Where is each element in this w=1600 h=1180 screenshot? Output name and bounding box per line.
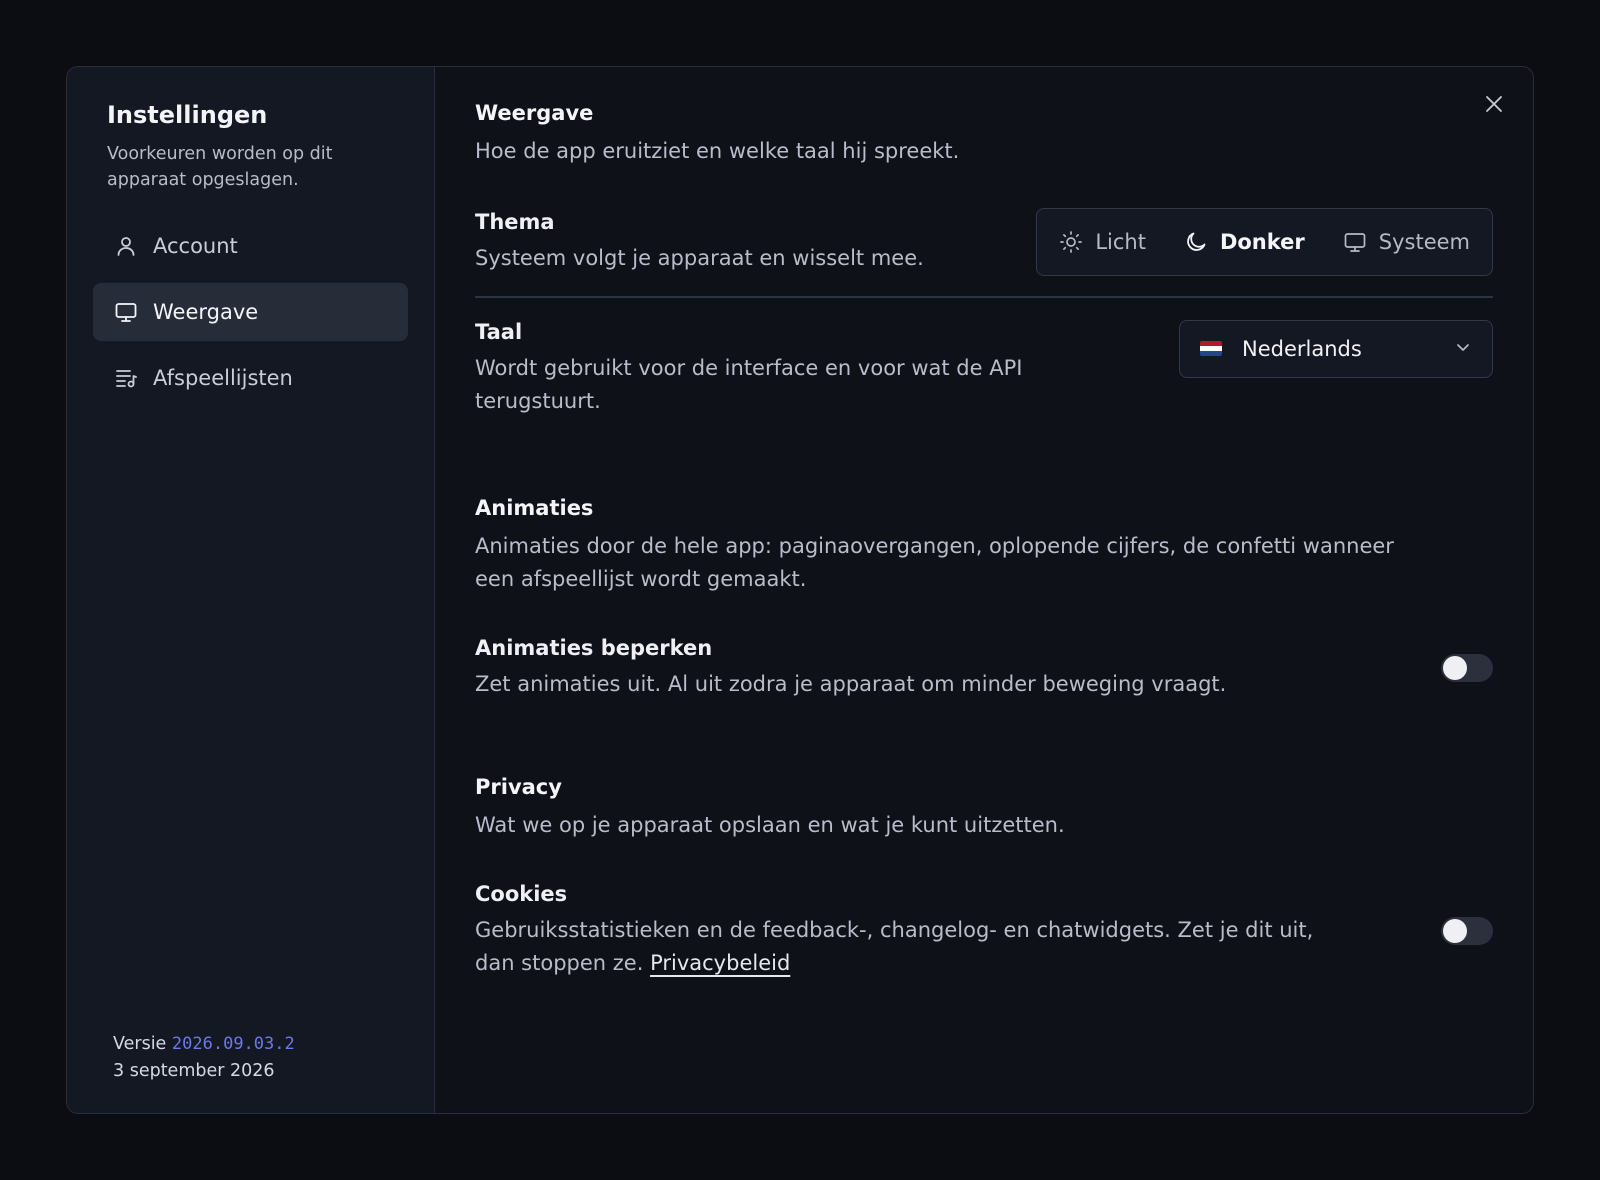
flag-nl-icon [1200, 341, 1222, 356]
theme-row: Thema Systeem volgt je apparaat en wisse… [475, 208, 1493, 276]
version-date: 3 september 2026 [113, 1061, 275, 1081]
cookies-title: Cookies [475, 881, 568, 906]
sidebar-item-account[interactable]: Account [93, 217, 408, 275]
cookies-description: Gebruiksstatistieken en de feedback-, ch… [475, 914, 1355, 980]
settings-subtitle: Voorkeuren worden op dit apparaat opgesl… [107, 144, 333, 190]
section-title: Privacy [475, 774, 562, 799]
reduce-animations-row: Animaties beperken Zet animaties uit. Al… [475, 636, 1493, 701]
sidebar-item-weergave[interactable]: Weergave [93, 283, 408, 341]
section-description: Hoe de app eruitziet en welke taal hij s… [475, 139, 960, 163]
settings-content: Weergave Hoe de app eruitziet en welke t… [435, 67, 1533, 1113]
section-weergave: Weergave Hoe de app eruitziet en welke t… [475, 101, 1493, 168]
sidebar-item-afspeellijsten[interactable]: Afspeellijsten [93, 349, 408, 407]
user-icon [113, 233, 139, 259]
moon-icon [1184, 230, 1208, 254]
close-icon [1484, 94, 1504, 118]
theme-option-donker[interactable]: Donker [1184, 230, 1305, 254]
section-privacy: Privacy Wat we op je apparaat opslaan en… [475, 775, 1493, 842]
theme-option-label: Donker [1219, 230, 1305, 254]
toggle-knob [1443, 656, 1467, 680]
settings-modal: Instellingen Voorkeuren worden op dit ap… [66, 66, 1534, 1114]
version-info: Versie 2026.09.03.2 3 september 2026 [113, 1031, 295, 1085]
section-description: Wat we op je apparaat opslaan en wat je … [475, 812, 1065, 837]
language-description: Wordt gebruikt voor de interface en voor… [475, 355, 1023, 413]
cookies-row: Cookies Gebruiksstatistieken en de feedb… [475, 882, 1493, 980]
settings-title: Instellingen [107, 101, 268, 129]
theme-description: Systeem volgt je apparaat en wisselt mee… [475, 246, 924, 270]
chevron-down-icon [1454, 338, 1472, 360]
section-animaties: Animaties Animaties door de hele app: pa… [475, 496, 1493, 596]
language-row: Taal Wordt gebruikt voor de interface en… [475, 319, 1493, 418]
section-description: Animaties door de hele app: paginaoverga… [475, 533, 1394, 591]
reduce-animations-description: Zet animaties uit. Al uit zodra je appar… [475, 671, 1227, 696]
theme-option-systeem[interactable]: Systeem [1343, 230, 1470, 254]
monitor-icon [113, 299, 139, 325]
sidebar-item-label: Afspeellijsten [153, 366, 293, 390]
reduce-animations-toggle[interactable] [1441, 654, 1493, 682]
language-select[interactable]: Nederlands [1179, 319, 1493, 378]
theme-segmented-control: Licht Donker Systeem [1036, 208, 1493, 276]
section-title: Weergave [475, 101, 594, 125]
theme-option-label: Licht [1095, 230, 1146, 254]
sun-icon [1059, 230, 1083, 254]
privacy-policy-link[interactable]: Privacybeleid [650, 951, 790, 975]
language-title: Taal [475, 319, 523, 344]
playlist-icon [113, 365, 139, 391]
cookies-description-text: Gebruiksstatistieken en de feedback-, ch… [475, 917, 1314, 975]
version-number: 2026.09.03.2 [171, 1034, 295, 1054]
sidebar-item-label: Account [153, 234, 238, 258]
theme-option-licht[interactable]: Licht [1059, 230, 1146, 254]
cookies-toggle[interactable] [1441, 916, 1493, 945]
monitor-icon [1343, 230, 1367, 254]
reduce-animations-title: Animaties beperken [475, 635, 713, 660]
theme-option-label: Systeem [1378, 230, 1470, 254]
sidebar-item-label: Weergave [153, 300, 259, 324]
close-button[interactable] [1481, 93, 1507, 119]
theme-title: Thema [475, 210, 555, 234]
section-title: Animaties [475, 495, 594, 520]
divider [475, 296, 1493, 298]
version-label: Versie [113, 1034, 167, 1054]
language-select-value: Nederlands [1242, 336, 1362, 361]
toggle-knob [1443, 918, 1467, 943]
settings-sidebar: Instellingen Voorkeuren worden op dit ap… [67, 67, 435, 1113]
